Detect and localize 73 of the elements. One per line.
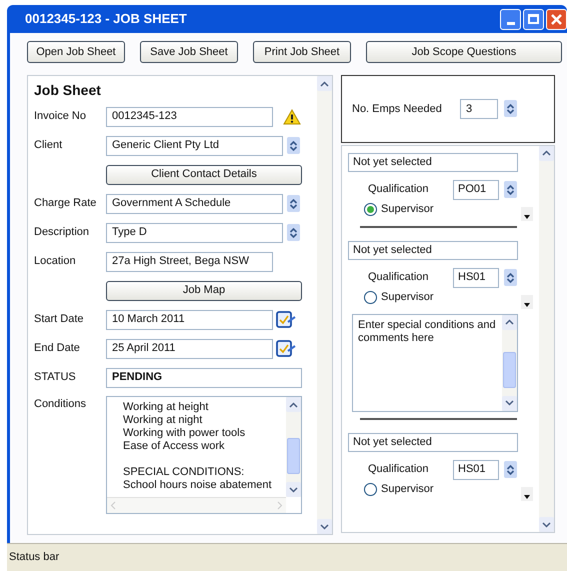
panel-heading: Job Sheet (34, 81, 102, 100)
supervisor-radio[interactable]: Supervisor (364, 289, 434, 306)
spinner-icon[interactable] (504, 461, 517, 478)
text-line: Working with power tools (123, 427, 246, 440)
field-label: Description (34, 225, 90, 240)
field-label: End Date (34, 341, 80, 356)
employee-field[interactable]: Not yet selected (348, 152, 518, 172)
field-label: Client (34, 138, 62, 154)
spinner-icon[interactable] (287, 137, 300, 154)
dropdown-field[interactable]: Generic Client Pty Ltd (106, 136, 283, 156)
spinner-icon[interactable] (504, 269, 517, 286)
supervisor-radio[interactable]: Supervisor (364, 481, 434, 498)
dropdown-field[interactable]: Type D (106, 222, 283, 242)
text-line: SPECIAL CONDITIONS: (123, 466, 246, 479)
field-label: Qualification (368, 462, 430, 478)
comments-field[interactable]: Enter special conditions and comments here (352, 314, 518, 412)
field-label: Qualification (368, 182, 430, 198)
qualification-field[interactable]: HS01 (453, 268, 499, 288)
number-field[interactable]: 3 (460, 98, 498, 119)
scroll-up-icon[interactable] (289, 402, 298, 408)
scroll-down-icon[interactable] (289, 486, 298, 492)
date-field[interactable]: 10 March 2011 (106, 310, 273, 330)
scrollbar[interactable] (286, 397, 301, 497)
close-button[interactable] (546, 8, 567, 30)
field-label: Conditions (34, 397, 86, 412)
field-label: Start Date (34, 312, 84, 328)
action-button[interactable]: Job Map (106, 280, 302, 300)
field-label: No. Emps Needed (352, 102, 443, 117)
text-line: Ease of Access work (123, 440, 226, 453)
field-label: Qualification (368, 270, 430, 286)
text-line: Working at night (123, 414, 204, 427)
toolbar-button[interactable]: Open Job Sheet (27, 41, 125, 63)
calendar-icon[interactable] (276, 310, 296, 329)
spinner-icon[interactable] (287, 195, 300, 212)
window-title: 0012345-123 - JOB SHEET (25, 10, 188, 28)
toolbar-button[interactable]: Save Job Sheet (140, 41, 238, 63)
text-field[interactable]: 27a High Street, Bega NSW (106, 252, 273, 272)
text-line: School hours noise abatement (123, 479, 273, 492)
scroll-up-icon[interactable] (505, 319, 514, 326)
toolbar-button[interactable]: Print Job Sheet (253, 41, 351, 63)
status-field: PENDING (106, 368, 302, 388)
dropdown-field[interactable]: Government A Schedule (106, 194, 283, 214)
supervisor-radio[interactable]: Supervisor (364, 201, 434, 218)
employee-field[interactable]: Not yet selected (348, 432, 518, 452)
scroll-down-icon[interactable] (320, 524, 329, 530)
minimize-button[interactable] (500, 8, 521, 30)
scrollbar[interactable] (317, 76, 332, 534)
scrollbar[interactable] (502, 314, 517, 411)
qualification-field[interactable]: HS01 (453, 460, 499, 480)
text-field[interactable]: 0012345-123 (106, 106, 273, 126)
conditions-field[interactable]: Working at height Working at night Working with power tools Ease of Access work SPECIAL CONDITIONS: School hours noise abatement (106, 396, 302, 514)
action-button[interactable]: Client Contact Details (106, 164, 302, 184)
scroll-up-icon[interactable] (320, 80, 329, 86)
scroll-down-icon[interactable] (542, 522, 551, 528)
close-icon (551, 14, 562, 24)
spinner-icon[interactable] (504, 181, 517, 198)
scrollbar[interactable] (539, 146, 554, 532)
toolbar-button[interactable]: Job Scope Questions (366, 41, 562, 63)
employee-field[interactable]: Not yet selected (348, 240, 518, 260)
field-label: Charge Rate (34, 196, 96, 212)
field-label: STATUS (34, 370, 76, 386)
field-label: Invoice No (34, 109, 86, 124)
maximize-button[interactable] (523, 8, 544, 30)
date-field[interactable]: 25 April 2011 (106, 338, 273, 358)
spinner-icon[interactable] (504, 100, 517, 118)
scroll-down-icon[interactable] (505, 400, 514, 406)
calendar-icon[interactable] (276, 339, 296, 358)
qualification-field[interactable]: PO01 (453, 180, 499, 200)
field-label: Location (34, 254, 76, 270)
scroll-up-icon[interactable] (542, 150, 551, 156)
text-line: Working at height (123, 401, 210, 414)
spinner-icon[interactable] (287, 224, 300, 241)
status-bar: Status bar (7, 543, 567, 571)
